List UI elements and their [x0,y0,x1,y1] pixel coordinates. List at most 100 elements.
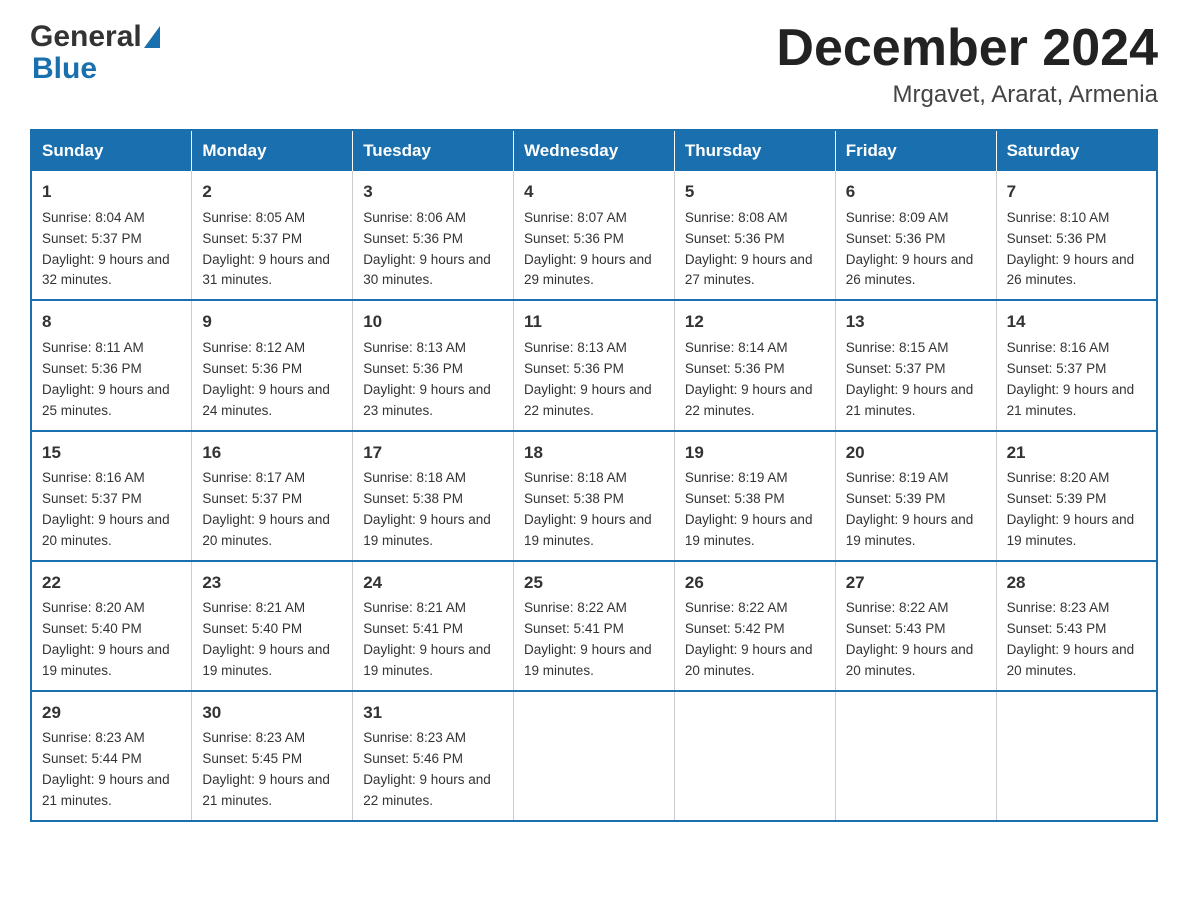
day-info: Sunrise: 8:17 AMSunset: 5:37 PMDaylight:… [202,468,342,552]
calendar-cell: 1 Sunrise: 8:04 AMSunset: 5:37 PMDaylight… [31,171,192,300]
day-number: 30 [202,700,342,726]
day-info: Sunrise: 8:10 AMSunset: 5:36 PMDaylight:… [1007,208,1146,292]
calendar-week-1: 1 Sunrise: 8:04 AMSunset: 5:37 PMDaylight… [31,171,1157,300]
day-info: Sunrise: 8:16 AMSunset: 5:37 PMDaylight:… [42,468,181,552]
calendar-cell: 7 Sunrise: 8:10 AMSunset: 5:36 PMDaylight… [996,171,1157,300]
day-info: Sunrise: 8:13 AMSunset: 5:36 PMDaylight:… [363,338,503,422]
calendar-cell: 20Sunrise: 8:19 AMSunset: 5:39 PMDayligh… [835,431,996,561]
calendar-cell: 13 Sunrise: 8:15 AMSunset: 5:37 PMDayligh… [835,300,996,430]
day-info: Sunrise: 8:09 AMSunset: 5:36 PMDaylight:… [846,208,986,292]
day-number: 31 [363,700,503,726]
day-number: 24 [363,570,503,596]
day-info: Sunrise: 8:21 AMSunset: 5:40 PMDaylight:… [202,598,342,682]
day-info: Sunrise: 8:20 AMSunset: 5:40 PMDaylight:… [42,598,181,682]
day-info: Sunrise: 8:22 AMSunset: 5:41 PMDaylight:… [524,598,664,682]
day-info: Sunrise: 8:06 AMSunset: 5:36 PMDaylight:… [363,208,503,292]
day-number: 23 [202,570,342,596]
header-monday: Monday [192,130,353,171]
day-info: Sunrise: 8:22 AMSunset: 5:42 PMDaylight:… [685,598,825,682]
calendar-week-2: 8Sunrise: 8:11 AMSunset: 5:36 PMDaylight… [31,300,1157,430]
calendar-cell: 10 Sunrise: 8:13 AMSunset: 5:36 PMDayligh… [353,300,514,430]
day-number: 17 [363,440,503,466]
calendar-cell: 25Sunrise: 8:22 AMSunset: 5:41 PMDayligh… [514,561,675,691]
header-wednesday: Wednesday [514,130,675,171]
calendar-cell: 17Sunrise: 8:18 AMSunset: 5:38 PMDayligh… [353,431,514,561]
day-number: 6 [846,179,986,205]
day-number: 15 [42,440,181,466]
day-number: 14 [1007,309,1146,335]
calendar-header-row: SundayMondayTuesdayWednesdayThursdayFrid… [31,130,1157,171]
calendar-cell: 21Sunrise: 8:20 AMSunset: 5:39 PMDayligh… [996,431,1157,561]
day-number: 21 [1007,440,1146,466]
calendar-cell [835,691,996,821]
page-subtitle: Mrgavet, Ararat, Armenia [776,81,1158,109]
header-sunday: Sunday [31,130,192,171]
day-number: 13 [846,309,986,335]
calendar-cell: 3Sunrise: 8:06 AMSunset: 5:36 PMDaylight… [353,171,514,300]
calendar-cell: 5Sunrise: 8:08 AMSunset: 5:36 PMDaylight… [674,171,835,300]
header-saturday: Saturday [996,130,1157,171]
calendar-cell: 12 Sunrise: 8:14 AMSunset: 5:36 PMDayligh… [674,300,835,430]
calendar-cell: 30Sunrise: 8:23 AMSunset: 5:45 PMDayligh… [192,691,353,821]
calendar-cell: 11 Sunrise: 8:13 AMSunset: 5:36 PMDayligh… [514,300,675,430]
page-title: December 2024 [776,20,1158,77]
day-number: 26 [685,570,825,596]
day-number: 20 [846,440,986,466]
day-info: Sunrise: 8:08 AMSunset: 5:36 PMDaylight:… [685,208,825,292]
title-block: December 2024 Mrgavet, Ararat, Armenia [776,20,1158,109]
day-info: Sunrise: 8:23 AMSunset: 5:46 PMDaylight:… [363,728,503,812]
calendar-cell: 31Sunrise: 8:23 AMSunset: 5:46 PMDayligh… [353,691,514,821]
calendar-cell: 28Sunrise: 8:23 AMSunset: 5:43 PMDayligh… [996,561,1157,691]
day-number: 9 [202,309,342,335]
day-info: Sunrise: 8:16 AMSunset: 5:37 PMDaylight:… [1007,338,1146,422]
page-header: General Blue December 2024 Mrgavet, Arar… [30,20,1158,109]
calendar-cell: 26Sunrise: 8:22 AMSunset: 5:42 PMDayligh… [674,561,835,691]
day-number: 1 [42,179,181,205]
day-info: Sunrise: 8:19 AMSunset: 5:38 PMDaylight:… [685,468,825,552]
day-number: 7 [1007,179,1146,205]
day-number: 25 [524,570,664,596]
calendar-week-4: 22Sunrise: 8:20 AMSunset: 5:40 PMDayligh… [31,561,1157,691]
day-number: 27 [846,570,986,596]
logo-general-text: General [30,20,142,54]
day-info: Sunrise: 8:15 AMSunset: 5:37 PMDaylight:… [846,338,986,422]
day-info: Sunrise: 8:21 AMSunset: 5:41 PMDaylight:… [363,598,503,682]
day-info: Sunrise: 8:19 AMSunset: 5:39 PMDaylight:… [846,468,986,552]
calendar-cell [674,691,835,821]
day-number: 19 [685,440,825,466]
day-number: 12 [685,309,825,335]
day-info: Sunrise: 8:11 AMSunset: 5:36 PMDaylight:… [42,338,181,422]
calendar-cell: 29Sunrise: 8:23 AMSunset: 5:44 PMDayligh… [31,691,192,821]
calendar-cell: 14 Sunrise: 8:16 AMSunset: 5:37 PMDayligh… [996,300,1157,430]
calendar-cell: 22Sunrise: 8:20 AMSunset: 5:40 PMDayligh… [31,561,192,691]
logo-blue-text: Blue [32,54,162,84]
calendar-cell: 18Sunrise: 8:18 AMSunset: 5:38 PMDayligh… [514,431,675,561]
day-number: 16 [202,440,342,466]
calendar-cell: 9 Sunrise: 8:12 AMSunset: 5:36 PMDaylight… [192,300,353,430]
calendar-cell: 8Sunrise: 8:11 AMSunset: 5:36 PMDaylight… [31,300,192,430]
day-number: 10 [363,309,503,335]
logo-triangle-icon [144,26,160,48]
calendar-cell: 27Sunrise: 8:22 AMSunset: 5:43 PMDayligh… [835,561,996,691]
header-tuesday: Tuesday [353,130,514,171]
day-number: 4 [524,179,664,205]
day-info: Sunrise: 8:07 AMSunset: 5:36 PMDaylight:… [524,208,664,292]
calendar-cell: 24Sunrise: 8:21 AMSunset: 5:41 PMDayligh… [353,561,514,691]
logo: General Blue [30,20,162,84]
day-number: 22 [42,570,181,596]
day-info: Sunrise: 8:04 AMSunset: 5:37 PMDaylight:… [42,208,181,292]
calendar-week-3: 15Sunrise: 8:16 AMSunset: 5:37 PMDayligh… [31,431,1157,561]
calendar-cell: 2Sunrise: 8:05 AMSunset: 5:37 PMDaylight… [192,171,353,300]
day-info: Sunrise: 8:13 AMSunset: 5:36 PMDaylight:… [524,338,664,422]
calendar-cell: 16Sunrise: 8:17 AMSunset: 5:37 PMDayligh… [192,431,353,561]
day-info: Sunrise: 8:23 AMSunset: 5:43 PMDaylight:… [1007,598,1146,682]
calendar-cell: 23Sunrise: 8:21 AMSunset: 5:40 PMDayligh… [192,561,353,691]
day-number: 18 [524,440,664,466]
day-info: Sunrise: 8:18 AMSunset: 5:38 PMDaylight:… [524,468,664,552]
calendar-table: SundayMondayTuesdayWednesdayThursdayFrid… [30,129,1158,822]
day-info: Sunrise: 8:14 AMSunset: 5:36 PMDaylight:… [685,338,825,422]
day-number: 29 [42,700,181,726]
day-number: 11 [524,309,664,335]
header-friday: Friday [835,130,996,171]
day-info: Sunrise: 8:12 AMSunset: 5:36 PMDaylight:… [202,338,342,422]
